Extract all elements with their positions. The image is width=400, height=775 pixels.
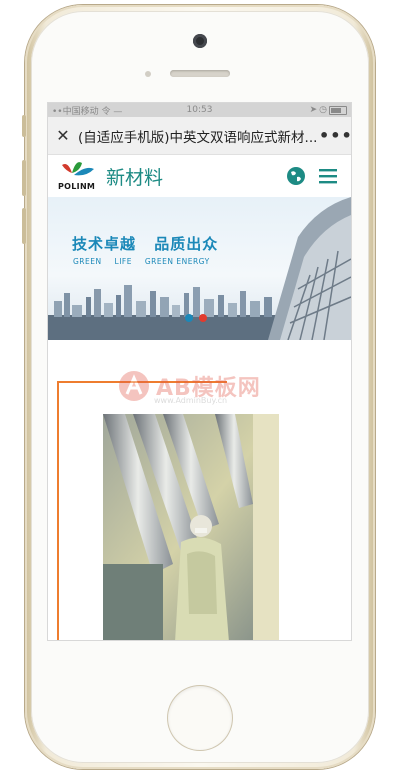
watermark-url: www.AdminBuy.cn	[154, 396, 228, 405]
volume-down-button	[22, 208, 26, 244]
logo-name: 新材料	[106, 166, 164, 189]
carousel-dot[interactable]	[199, 314, 207, 322]
site-header: POLINM 新材料	[48, 155, 351, 197]
main-content: AB模板网 www.AdminBuy.cn	[48, 340, 351, 640]
logo-brand-text: POLINM	[58, 182, 96, 191]
close-icon[interactable]: ✕	[48, 126, 78, 145]
battery-icon	[328, 105, 347, 115]
volume-up-button	[22, 160, 26, 196]
earpiece-speaker	[170, 70, 230, 77]
subtitle-green: GREEN	[73, 257, 102, 266]
slogan-quality: 品质出众	[154, 235, 219, 253]
page-title: (自适应手机版)中英文双语响应式新材...	[78, 129, 318, 146]
status-icons: ➤ ◷	[249, 105, 347, 115]
watermark-logo-icon	[119, 371, 149, 401]
globe-icon[interactable]	[283, 163, 309, 189]
banner-subtitle: GREEN LIFE GREEN ENERGY	[73, 257, 220, 266]
subtitle-life: LIFE	[114, 257, 132, 266]
logo-icon: POLINM	[58, 161, 98, 191]
carousel-dots	[185, 314, 207, 322]
alarm-icon: ◷	[319, 105, 327, 115]
location-icon: ➤	[309, 105, 318, 115]
more-icon[interactable]: •••	[319, 126, 351, 145]
clock-label: 10:53	[186, 105, 213, 115]
carousel-dot[interactable]	[185, 314, 193, 322]
browser-title-bar: ✕ (自适应手机版)中英文双语响应式新材... •••	[48, 117, 351, 155]
mute-switch	[22, 115, 26, 137]
slogan-tech: 技术卓越	[72, 235, 137, 253]
factory-photo[interactable]	[103, 414, 279, 640]
home-button[interactable]	[168, 686, 232, 750]
hero-banner[interactable]: 技术卓越 品质出众 GREEN LIFE GREEN ENERGY	[48, 197, 351, 340]
carrier-label: ••中国移动 令 —	[52, 106, 123, 117]
subtitle-green-energy: GREEN ENERGY	[144, 257, 210, 266]
camera-icon	[193, 34, 207, 48]
proximity-sensor	[145, 71, 151, 77]
banner-slogan: 技术卓越 品质出众	[72, 233, 230, 254]
phone-screen: ••中国移动 令 — 10:53 ➤ ◷ ✕ (自适应手机版)中英文双语响应式新…	[48, 103, 351, 640]
menu-icon[interactable]	[315, 163, 341, 189]
status-bar: ••中国移动 令 — 10:53 ➤ ◷	[48, 103, 351, 117]
site-logo[interactable]: POLINM 新材料	[58, 161, 283, 191]
watermark: AB模板网 www.AdminBuy.cn	[118, 370, 261, 405]
